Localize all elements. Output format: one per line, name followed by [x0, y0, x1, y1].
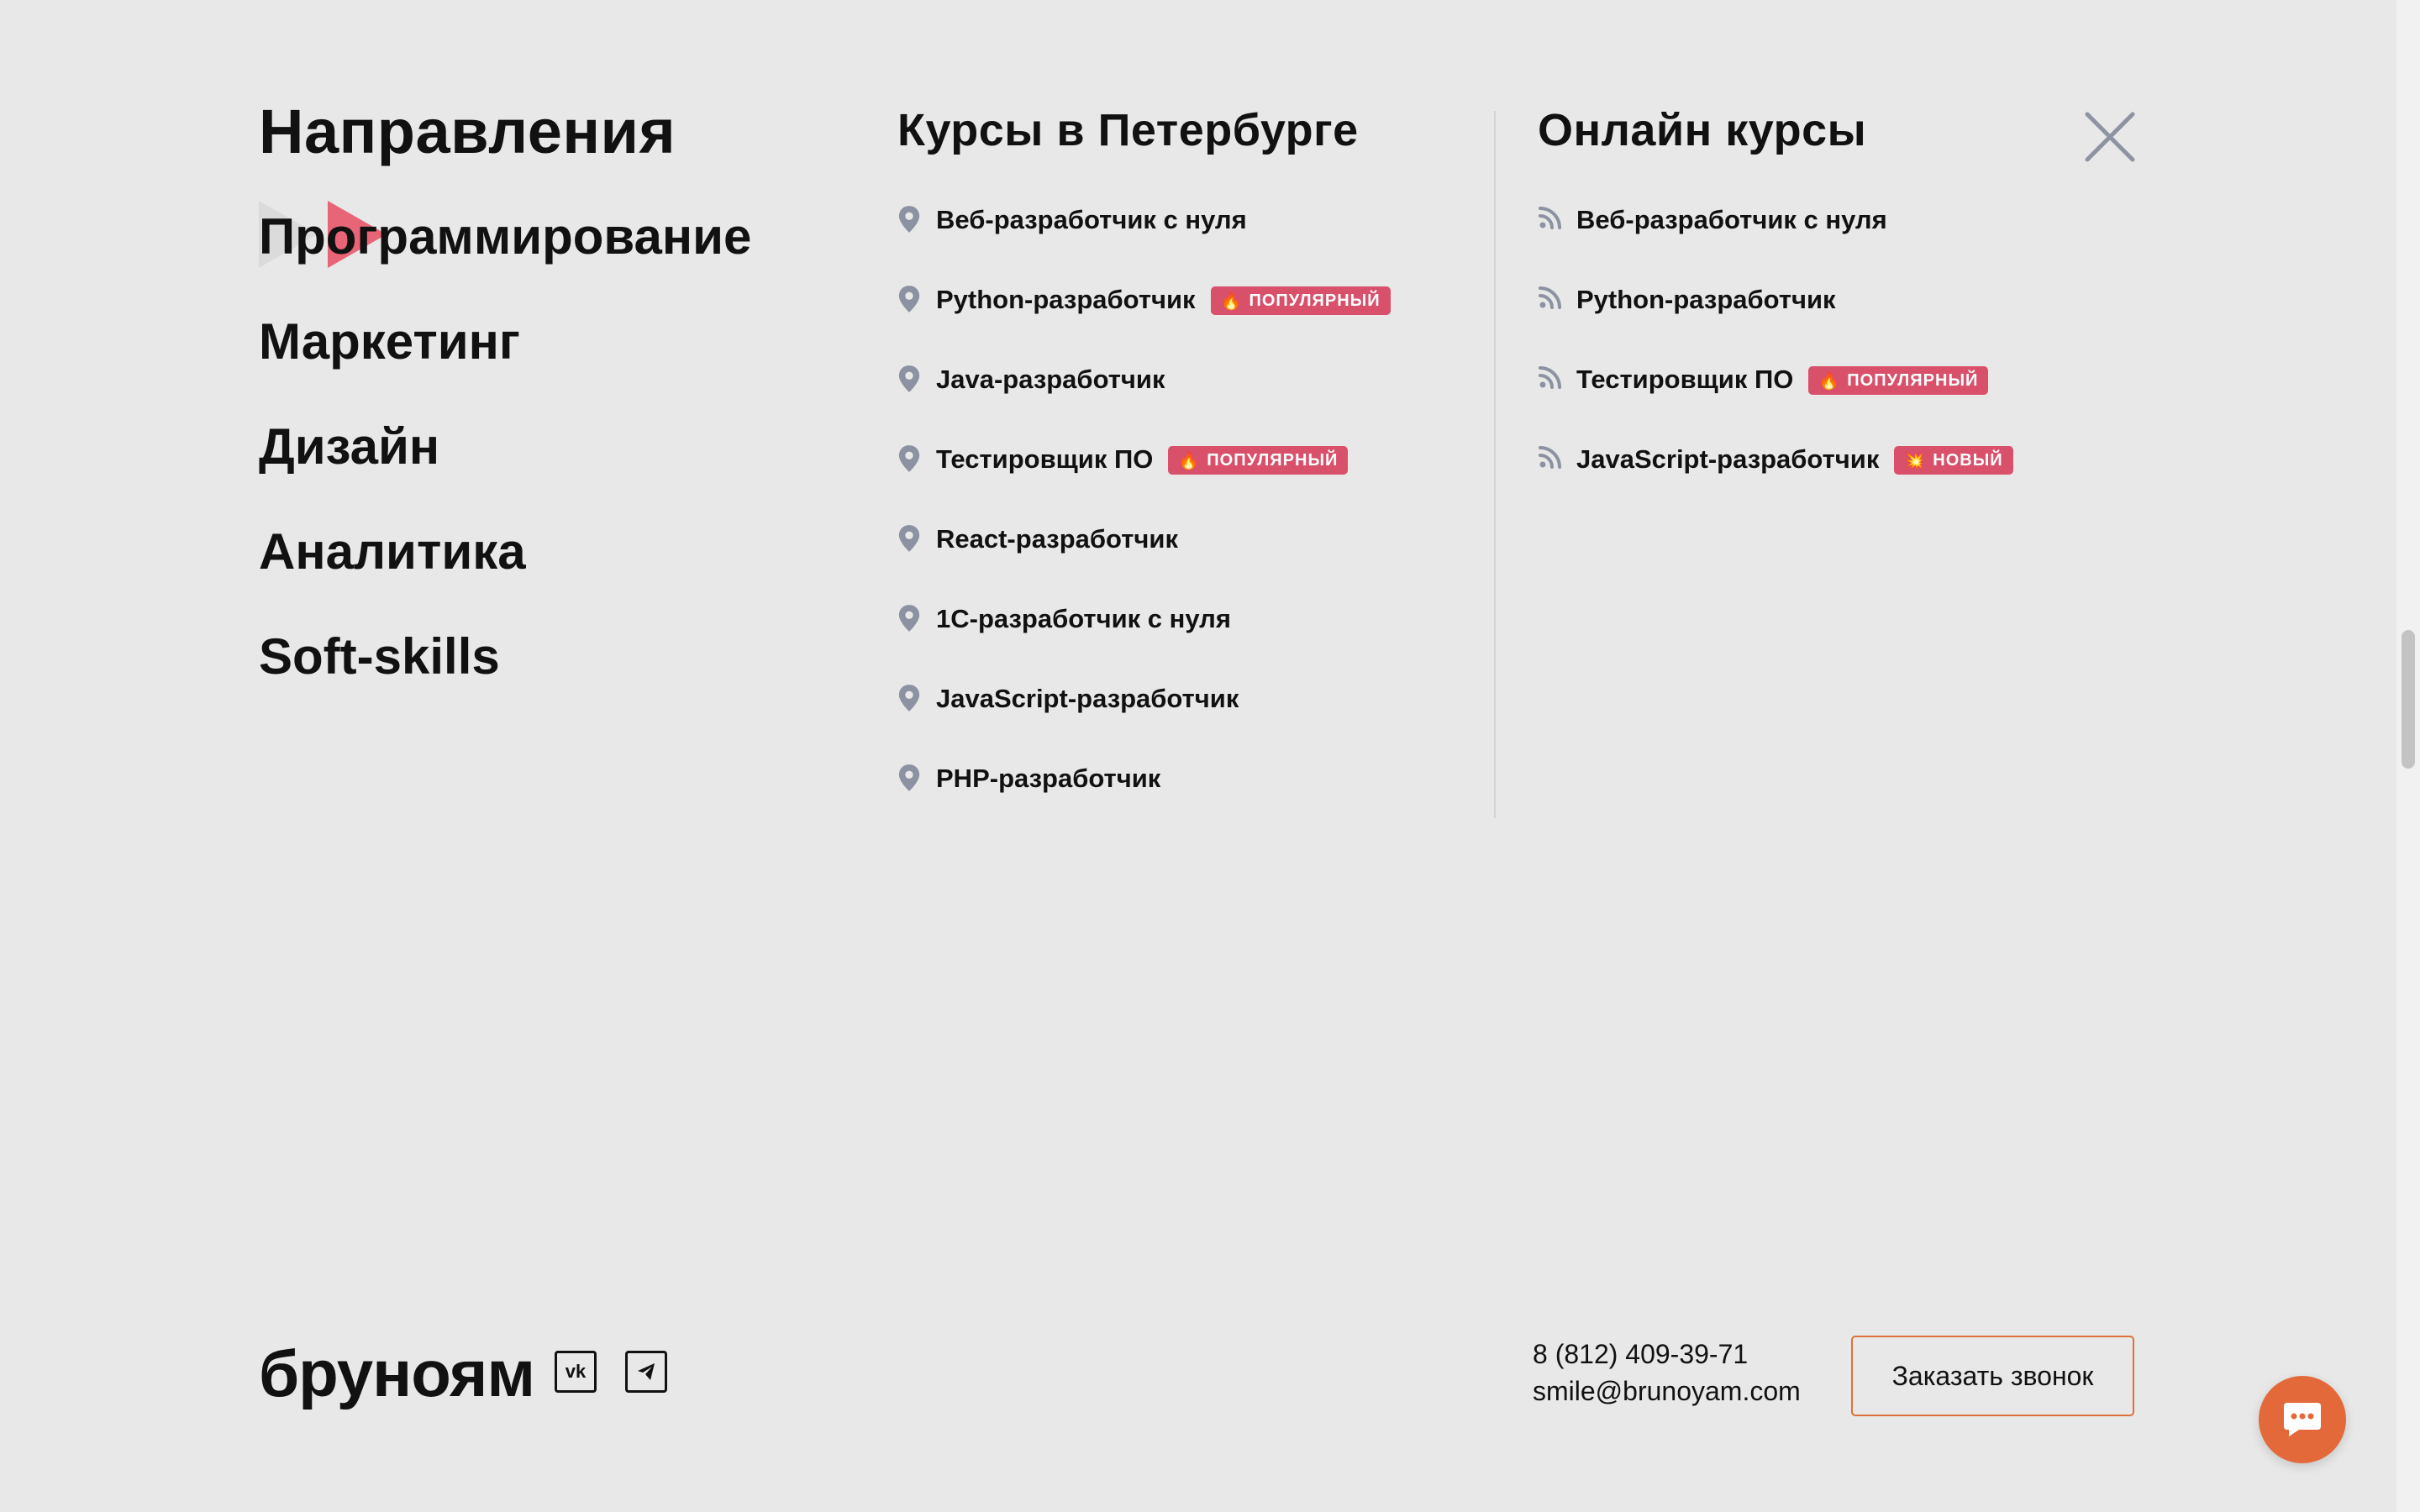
course-badge: 🔥 ПОПУЛЯРНЫЙ	[1168, 446, 1349, 475]
direction-label: Soft-skills	[259, 628, 500, 685]
course-label: Python-разработчик	[1576, 285, 1836, 314]
fire-icon: 🔥	[1178, 451, 1201, 470]
online-course-list: Веб-разработчик с нуля Python-разработчик…	[1538, 203, 2084, 522]
direction-item-soft-skills[interactable]: Soft-skills	[259, 632, 847, 737]
rss-feed-icon	[1538, 444, 1563, 473]
spb-course-item[interactable]: React-разработчик	[897, 522, 1469, 602]
course-label: Веб-разработчик с нуля	[936, 205, 1247, 234]
rss-feed-icon	[1538, 365, 1563, 393]
course-badge: 🔥 ПОПУЛЯРНЫЙ	[1210, 286, 1391, 315]
column-divider	[1494, 111, 1496, 818]
direction-label: Аналитика	[259, 523, 526, 580]
direction-item-design[interactable]: Дизайн	[259, 422, 847, 527]
directions-list: Программирование Маркетинг Дизайн Аналит…	[259, 201, 847, 737]
online-courses-column: Онлайн курсы Веб-разработчик с нуля Pytho…	[1538, 108, 2084, 522]
rss-feed-icon	[1538, 205, 1563, 234]
scrollbar-thumb[interactable]	[2402, 630, 2415, 769]
badge-label: ПОПУЛЯРНЫЙ	[1249, 291, 1381, 310]
rss-feed-icon	[1538, 285, 1563, 313]
badge-label: ПОПУЛЯРНЫЙ	[1847, 370, 1979, 390]
location-pin-icon	[897, 684, 923, 712]
brand-logo[interactable]: бруноям	[259, 1336, 535, 1412]
spb-course-item[interactable]: Java-разработчик	[897, 363, 1469, 443]
direction-label: Дизайн	[259, 418, 440, 475]
spb-course-list: Веб-разработчик с нуля Python-разработчик…	[897, 203, 1469, 842]
badge-label: ПОПУЛЯРНЫЙ	[1207, 450, 1339, 470]
direction-label: Маркетинг	[259, 313, 520, 370]
course-label: Java-разработчик	[936, 365, 1165, 394]
location-pin-icon	[897, 444, 923, 473]
spb-courses-column: Курсы в Петербурге Веб-разработчик с нул…	[897, 108, 1469, 842]
online-course-item[interactable]: Веб-разработчик с нуля	[1538, 203, 2084, 283]
footer: бруноям vk 8 (812) 409-39-71 smile@bruno…	[0, 1310, 2420, 1436]
close-icon	[2085, 112, 2135, 162]
chat-button[interactable]	[2259, 1376, 2346, 1463]
course-label: Тестировщик ПО	[936, 444, 1154, 474]
telegram-icon[interactable]	[625, 1351, 667, 1393]
burst-icon: 💥	[1904, 451, 1927, 470]
spb-course-item[interactable]: Python-разработчик 🔥 ПОПУЛЯРНЫЙ	[897, 283, 1469, 363]
location-pin-icon	[897, 365, 923, 393]
course-label: JavaScript-разработчик	[936, 684, 1239, 713]
online-course-item[interactable]: Тестировщик ПО 🔥 ПОПУЛЯРНЫЙ	[1538, 363, 2084, 443]
location-pin-icon	[897, 764, 923, 792]
course-badge: 🔥 ПОПУЛЯРНЫЙ	[1808, 366, 1989, 395]
telegram-plane-icon	[638, 1363, 655, 1380]
spb-courses-title: Курсы в Петербурге	[897, 105, 1359, 155]
fire-icon: 🔥	[1220, 291, 1243, 311]
course-label: Веб-разработчик с нуля	[1576, 205, 1887, 234]
spb-course-item[interactable]: PHP-разработчик	[897, 762, 1469, 842]
vk-icon[interactable]: vk	[555, 1351, 597, 1393]
direction-item-programming[interactable]: Программирование	[259, 201, 847, 317]
online-course-item[interactable]: JavaScript-разработчик 💥 НОВЫЙ	[1538, 443, 2084, 522]
course-badge: 💥 НОВЫЙ	[1894, 446, 2013, 475]
direction-item-analytics[interactable]: Аналитика	[259, 527, 847, 632]
chat-bubble-icon	[2284, 1403, 2321, 1436]
vk-glyph: vk	[565, 1361, 587, 1382]
course-label: Python-разработчик	[936, 285, 1196, 314]
course-label: React-разработчик	[936, 524, 1178, 554]
location-pin-icon	[897, 524, 923, 553]
course-label: Тестировщик ПО	[1576, 365, 1794, 394]
spb-course-item[interactable]: Тестировщик ПО 🔥 ПОПУЛЯРНЫЙ	[897, 443, 1469, 522]
online-course-item[interactable]: Python-разработчик	[1538, 283, 2084, 363]
directions-title: Направления	[259, 97, 676, 166]
location-pin-icon	[897, 205, 923, 234]
course-label: 1С-разработчик с нуля	[936, 604, 1231, 633]
fire-icon: 🔥	[1818, 371, 1841, 391]
directions-column: Направления Программирование Маркетинг Д…	[259, 101, 847, 737]
location-pin-icon	[897, 604, 923, 633]
online-courses-title: Онлайн курсы	[1538, 105, 1867, 155]
course-label: PHP-разработчик	[936, 764, 1161, 793]
order-call-button[interactable]: Заказать звонок	[1851, 1336, 2134, 1416]
location-pin-icon	[897, 285, 923, 313]
phone-link[interactable]: 8 (812) 409-39-71	[1533, 1336, 1801, 1373]
badge-label: НОВЫЙ	[1933, 450, 2003, 470]
close-menu-button[interactable]	[2084, 111, 2136, 163]
spb-course-item[interactable]: JavaScript-разработчик	[897, 682, 1469, 762]
direction-item-marketing[interactable]: Маркетинг	[259, 317, 847, 422]
direction-label: Программирование	[259, 208, 752, 265]
spb-course-item[interactable]: Веб-разработчик с нуля	[897, 203, 1469, 283]
course-label: JavaScript-разработчик	[1576, 444, 1880, 474]
contacts-block: 8 (812) 409-39-71 smile@brunoyam.com	[1533, 1336, 1801, 1410]
spb-course-item[interactable]: 1С-разработчик с нуля	[897, 602, 1469, 682]
email-link[interactable]: smile@brunoyam.com	[1533, 1373, 1801, 1410]
